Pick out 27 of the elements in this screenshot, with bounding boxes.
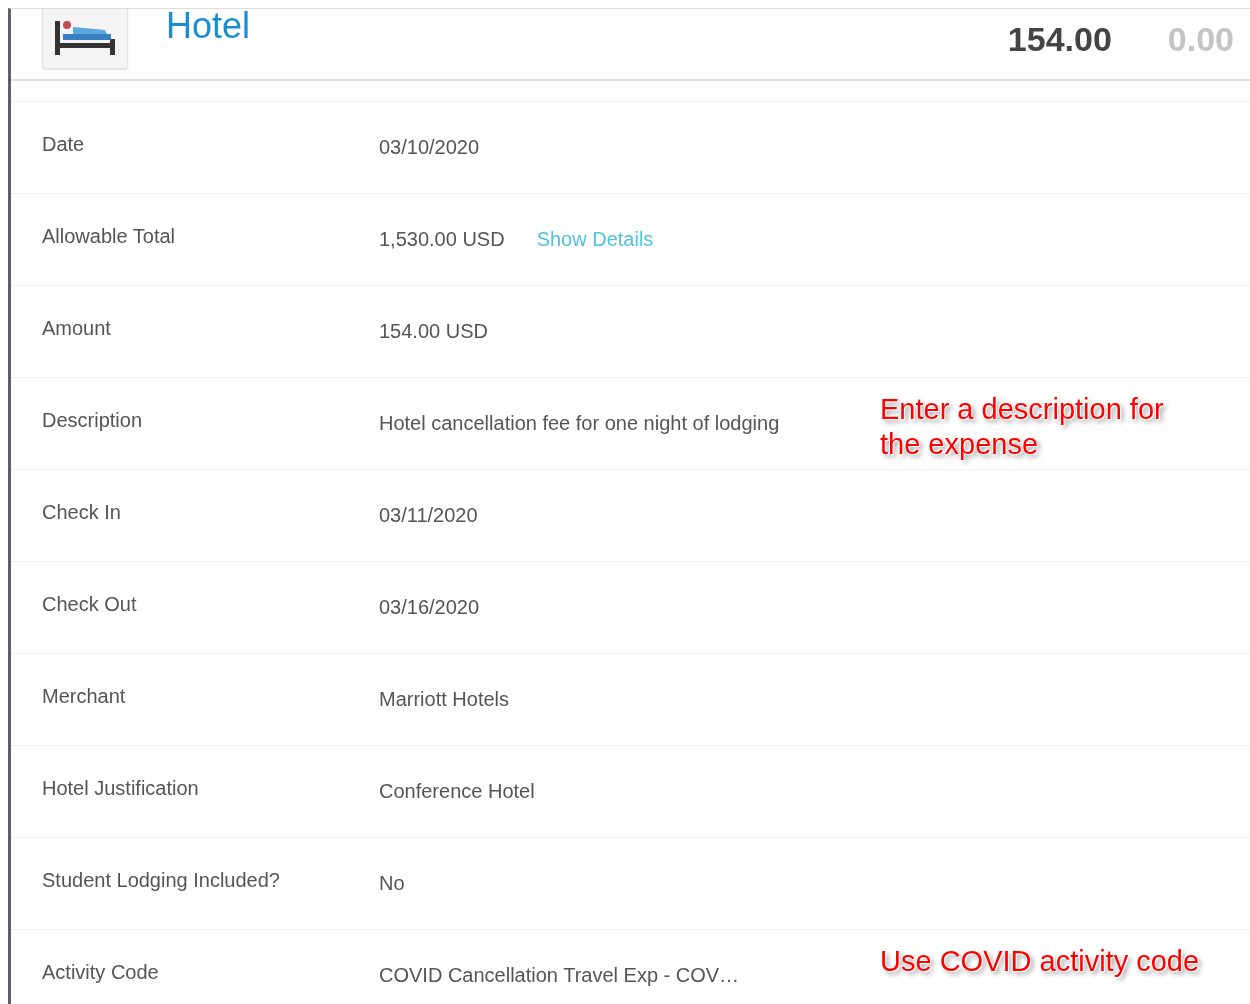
- amount-secondary: 0.00: [1167, 20, 1234, 59]
- field-value: No: [379, 872, 405, 895]
- field-value: 1,530.00 USD: [379, 228, 505, 251]
- field-label: Student Lodging Included?: [41, 869, 281, 892]
- bed-icon: [55, 21, 115, 57]
- field-label: Activity Code: [41, 961, 160, 984]
- field-label: Merchant: [41, 685, 127, 708]
- field-label: Amount: [41, 317, 112, 340]
- field-label: Date: [41, 133, 86, 156]
- field-value: Hotel cancellation fee for one night of lodging: [379, 412, 780, 435]
- field-label: Allowable Total: [41, 225, 177, 248]
- field-label: Check Out: [41, 593, 138, 616]
- field-value: COVID Cancellation Travel Exp - COV…: [379, 964, 740, 987]
- field-value: Conference Hotel: [379, 780, 535, 803]
- field-label: Check In: [41, 501, 122, 524]
- field-value: 03/16/2020: [379, 596, 480, 619]
- field-value: 03/10/2020: [379, 136, 480, 159]
- field-value: 154.00 USD: [379, 320, 488, 343]
- field-label: Hotel Justification: [41, 777, 200, 800]
- show-details-link[interactable]: Show Details: [536, 228, 654, 251]
- expense-title: Hotel: [166, 9, 251, 47]
- field-value: 03/11/2020: [379, 504, 478, 527]
- annotation-text: Enter a description for the expense: [880, 392, 1165, 462]
- amount-total: 154.00: [1007, 20, 1112, 59]
- annotation-text: Use COVID activity code: [880, 944, 1201, 979]
- field-value: Marriott Hotels: [379, 688, 510, 711]
- field-label: Description: [41, 409, 144, 432]
